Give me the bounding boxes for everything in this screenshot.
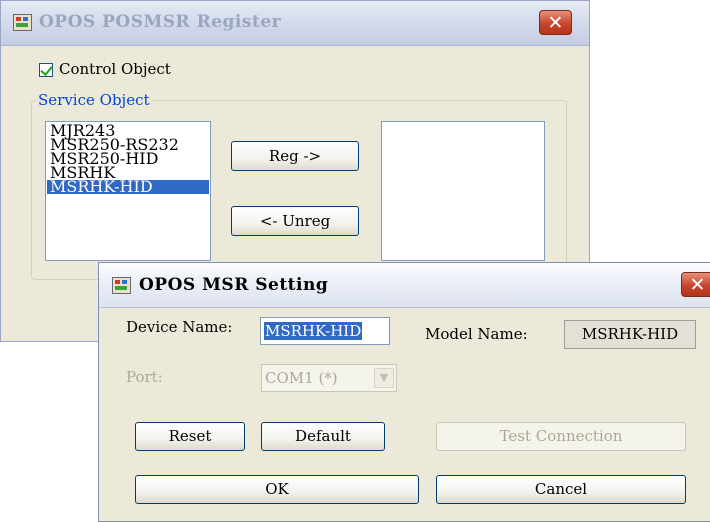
control-object-checkbox[interactable] — [39, 63, 53, 77]
ok-button[interactable]: OK — [135, 475, 419, 504]
device-name-field[interactable]: MSRHK-HID — [260, 317, 390, 345]
setting-dialog: OPOS MSR Setting ✕ Device Name: MSRHK-HI… — [98, 262, 710, 522]
setting-close-button[interactable]: ✕ — [681, 272, 710, 297]
unregister-button[interactable]: <- Unreg — [231, 206, 359, 236]
test-connection-button[interactable]: Test Connection — [436, 422, 686, 451]
register-close-button[interactable]: ✕ — [539, 10, 572, 35]
register-window-title: OPOS POSMSR Register — [39, 12, 282, 32]
device-name-value: MSRHK-HID — [264, 322, 363, 340]
reset-button[interactable]: Reset — [135, 422, 245, 451]
default-button[interactable]: Default — [261, 422, 385, 451]
registered-object-list[interactable] — [381, 121, 545, 261]
port-label: Port: — [126, 368, 163, 386]
checkmark-icon — [40, 63, 53, 76]
model-name-field: MSRHK-HID — [564, 320, 696, 349]
chevron-down-icon[interactable]: ▼ — [374, 368, 394, 388]
service-object-item-selected[interactable]: MSRHK-HID — [47, 179, 209, 195]
service-object-group-title: Service Object — [36, 91, 152, 109]
port-select[interactable]: COM1 (*) ▼ — [261, 364, 397, 392]
app-icon — [112, 277, 131, 294]
register-button[interactable]: Reg -> — [231, 141, 359, 171]
model-name-label: Model Name: — [425, 325, 528, 343]
setting-dialog-title: OPOS MSR Setting — [139, 275, 329, 295]
app-icon — [13, 14, 32, 31]
cancel-button[interactable]: Cancel — [436, 475, 686, 504]
register-titlebar[interactable]: OPOS POSMSR Register ✕ — [1, 1, 589, 46]
device-name-label: Device Name: — [126, 318, 233, 336]
service-object-list[interactable]: MJR243 MSR250-RS232 MSR250-HID MSRHK MSR… — [45, 121, 211, 261]
setting-titlebar[interactable]: OPOS MSR Setting ✕ — [99, 263, 710, 308]
control-object-label[interactable]: Control Object — [59, 60, 171, 78]
port-value: COM1 (*) — [265, 369, 338, 387]
